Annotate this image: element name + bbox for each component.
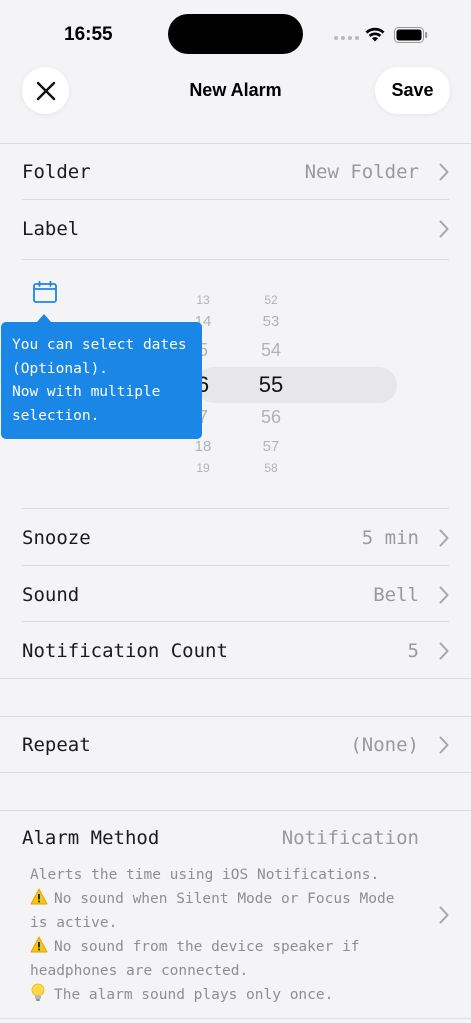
wifi-icon [365,27,385,42]
divider [22,259,449,260]
new-alarm-screen: 16:55 New Alarm Save Folder New Folder L… [0,0,471,1023]
chevron-right-icon [439,736,449,754]
picker-selection-highlight [196,367,397,403]
snooze-label: Snooze [22,527,91,549]
warning-icon [30,888,48,905]
folder-value: New Folder [304,161,419,183]
label-label: Label [22,218,80,240]
divider [22,199,449,200]
chevron-right-icon [439,586,449,604]
notification-count-label: Notification Count [22,640,228,662]
alarm-method-value: Notification [281,827,419,849]
alarm-method-label: Alarm Method [22,827,160,849]
chevron-right-icon [439,642,449,660]
repeat-value: (None) [350,734,419,756]
divider [22,508,449,509]
battery-icon [394,27,428,43]
notification-count-value: 5 [407,640,419,662]
tooltip-line: Now with multiple [12,384,161,400]
minute-option[interactable]: 54 [251,340,291,361]
dynamic-island [168,14,303,54]
minute-option[interactable]: 56 [251,407,291,428]
lightbulb-icon [31,983,45,1001]
status-icons [334,24,434,46]
minute-option[interactable]: 53 [251,313,291,330]
tip-text: The alarm sound plays only once. [54,987,334,1003]
date-tooltip[interactable]: You can select dates (Optional). Now wit… [1,322,202,439]
hour-option[interactable]: 13 [183,293,223,307]
minute-option[interactable]: 57 [251,438,291,455]
status-time: 16:55 [64,24,113,45]
alarm-method-description: Alerts the time using iOS Notifications.… [30,863,420,1007]
minute-option[interactable]: 52 [251,293,291,307]
warning-icon [30,936,48,953]
sound-value: Bell [373,584,419,606]
sound-label: Sound [22,584,80,606]
warning-text: No sound from the device speaker if [54,939,360,955]
tooltip-line: selection. [12,407,100,424]
chevron-right-icon [439,220,449,238]
tip-line: The alarm sound plays only once. [30,983,420,1007]
repeat-row[interactable]: Repeat (None) [0,717,471,773]
sound-row[interactable]: Sound Bell [0,567,471,623]
warning-text: No sound when Silent Mode or Focus Mode [54,891,395,907]
warning-line: No sound when Silent Mode or Focus Mode [30,887,420,911]
snooze-value: 5 min [361,527,419,549]
section-divider [0,772,471,773]
divider [22,565,449,566]
notification-count-row[interactable]: Notification Count 5 [0,623,471,679]
calendar-icon[interactable] [33,281,57,303]
description-line: is active. [30,915,118,931]
minute-option[interactable]: 58 [251,461,291,475]
description-line: Alerts the time using iOS Notifications. [30,867,380,883]
folder-row[interactable]: Folder New Folder [0,144,471,200]
folder-label: Folder [22,161,91,183]
section-divider [0,1018,471,1019]
divider [22,621,449,622]
hour-option[interactable]: 19 [183,461,223,475]
label-row[interactable]: Label [0,201,471,257]
tooltip-line: (Optional). [12,360,109,377]
chevron-right-icon [439,906,449,924]
section-divider [0,678,471,679]
tooltip-line: You can select dates [12,337,187,353]
description-line: headphones are connected. [30,963,249,979]
minute-selected[interactable]: 55 [251,372,291,398]
save-button[interactable]: Save [375,67,450,114]
chevron-right-icon [439,529,449,547]
chevron-right-icon [439,163,449,181]
snooze-row[interactable]: Snooze 5 min [0,510,471,566]
repeat-label: Repeat [22,734,91,756]
warning-line: No sound from the device speaker if [30,935,420,959]
cellular-dots-icon [334,36,359,40]
section-divider [0,810,471,811]
hour-option[interactable]: 18 [183,438,223,455]
